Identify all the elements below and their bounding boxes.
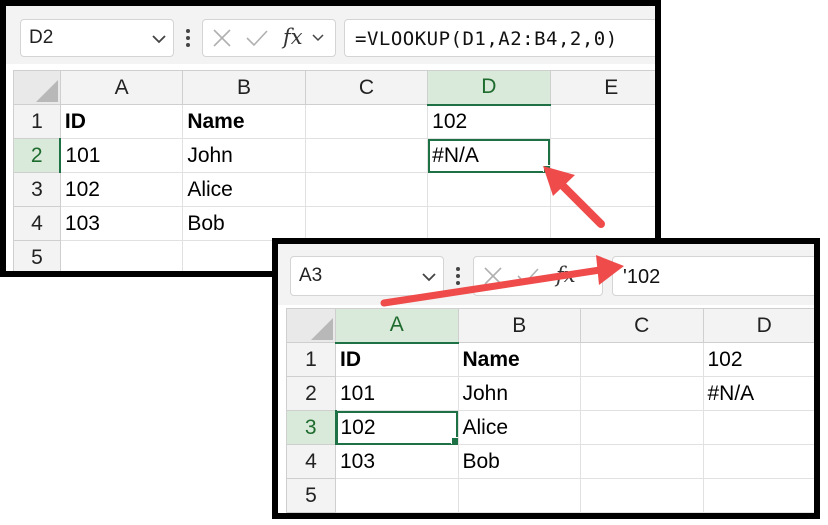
- cancel-icon[interactable]: [212, 28, 232, 48]
- formula-bar: A3 fx '102: [278, 244, 814, 305]
- cell-c3[interactable]: [580, 410, 704, 445]
- cell-b4[interactable]: Bob: [182, 206, 306, 241]
- column-header-a[interactable]: A: [59, 70, 184, 105]
- cell-e2[interactable]: [549, 138, 655, 173]
- row-header-4[interactable]: 4: [286, 444, 336, 479]
- row-header-5[interactable]: 5: [286, 478, 336, 513]
- chevron-down-icon[interactable]: [151, 32, 167, 46]
- cell-d4[interactable]: [702, 444, 814, 479]
- column-header-b[interactable]: B: [182, 70, 306, 105]
- row-header-3[interactable]: 3: [286, 410, 337, 445]
- cell-c2[interactable]: [304, 138, 429, 173]
- formula-value: '102: [623, 266, 661, 288]
- fill-handle[interactable]: [542, 165, 550, 172]
- cell-b1[interactable]: Name: [182, 104, 306, 139]
- cell-a3-value: 102: [340, 415, 376, 439]
- cell-d2-value: #N/A: [432, 143, 479, 167]
- column-header-d[interactable]: D: [702, 308, 814, 343]
- formula-input[interactable]: '102: [612, 256, 814, 296]
- insert-function-icon[interactable]: fx: [283, 25, 303, 49]
- cell-a2[interactable]: 101: [335, 376, 459, 411]
- enter-check-icon[interactable]: [245, 28, 269, 48]
- chevron-down-icon[interactable]: [421, 270, 437, 284]
- column-header-d[interactable]: D: [427, 70, 551, 106]
- cell-b3[interactable]: Alice: [457, 410, 581, 445]
- cell-a2[interactable]: 101: [59, 138, 184, 173]
- name-box[interactable]: D2: [20, 19, 174, 57]
- select-all-corner[interactable]: [286, 308, 336, 343]
- cell-d2[interactable]: #N/A: [702, 376, 814, 411]
- cell-b5[interactable]: [457, 478, 581, 513]
- row-header-5[interactable]: 5: [13, 240, 61, 271]
- excel-screenshot-bottom: A3 fx '102 A B C D 1 ID Name 102 2 101 J…: [272, 238, 820, 519]
- cell-d3[interactable]: [702, 410, 814, 445]
- cell-d1[interactable]: 102: [427, 104, 551, 139]
- spreadsheet-grid: A B C D 1 ID Name 102 2 101 John #N/A 3 …: [286, 308, 814, 513]
- chevron-down-icon[interactable]: [311, 32, 325, 44]
- cell-b1[interactable]: Name: [457, 342, 581, 377]
- column-header-c[interactable]: C: [580, 308, 704, 343]
- cell-a5[interactable]: [59, 240, 184, 271]
- insert-function-icon[interactable]: fx: [556, 263, 576, 287]
- enter-check-icon[interactable]: [516, 266, 540, 286]
- cell-a5[interactable]: [335, 478, 459, 513]
- formula-controls: fx: [202, 19, 336, 57]
- cell-d1[interactable]: 102: [702, 342, 814, 377]
- column-header-e[interactable]: E: [549, 70, 655, 105]
- cell-b2[interactable]: John: [457, 376, 581, 411]
- cancel-icon[interactable]: [483, 266, 503, 286]
- cell-a3-active[interactable]: 102: [335, 410, 459, 445]
- select-all-corner[interactable]: [13, 70, 61, 105]
- cell-e4[interactable]: [549, 206, 655, 241]
- cell-d3[interactable]: [427, 172, 551, 207]
- name-box-value: D2: [29, 27, 54, 48]
- cell-c4[interactable]: [304, 206, 429, 241]
- more-options-icon[interactable]: [185, 28, 191, 48]
- cell-b2[interactable]: John: [182, 138, 306, 173]
- formula-input[interactable]: =VLOOKUP(D1,A2:B4,2,0): [344, 19, 655, 57]
- more-options-icon[interactable]: [455, 266, 461, 286]
- fill-handle[interactable]: [450, 437, 458, 444]
- row-header-1[interactable]: 1: [286, 342, 336, 377]
- row-header-1[interactable]: 1: [13, 104, 61, 139]
- cell-c1[interactable]: [304, 104, 429, 139]
- column-header-c[interactable]: C: [304, 70, 429, 105]
- formula-bar: D2 fx =VLOOKUP(D1,A2:B4,2,0): [6, 6, 655, 64]
- formula-controls: fx: [473, 256, 603, 296]
- cell-e3[interactable]: [549, 172, 655, 207]
- cell-c3[interactable]: [304, 172, 429, 207]
- name-box-value: A3: [299, 265, 323, 286]
- cell-a1[interactable]: ID: [59, 104, 184, 139]
- row-header-2[interactable]: 2: [286, 376, 336, 411]
- excel-screenshot-top: D2 fx =VLOOKUP(D1,A2:B4,2,0) A B C D E 1…: [0, 0, 661, 277]
- cell-a1[interactable]: ID: [335, 342, 459, 377]
- row-header-2[interactable]: 2: [13, 138, 62, 173]
- cell-e1[interactable]: [549, 104, 655, 139]
- cell-b4[interactable]: Bob: [457, 444, 581, 479]
- row-header-3[interactable]: 3: [13, 172, 61, 207]
- cell-a4[interactable]: 103: [335, 444, 459, 479]
- cell-a3[interactable]: 102: [59, 172, 184, 207]
- cell-d5[interactable]: [702, 478, 814, 513]
- cell-c1[interactable]: [580, 342, 704, 377]
- cell-d2-active[interactable]: #N/A: [427, 138, 551, 173]
- cell-a4[interactable]: 103: [59, 206, 184, 241]
- column-header-b[interactable]: B: [457, 308, 581, 343]
- cell-d4[interactable]: [427, 206, 551, 241]
- cell-c5[interactable]: [580, 478, 704, 513]
- cell-c4[interactable]: [580, 444, 704, 479]
- column-header-a[interactable]: A: [335, 308, 459, 344]
- cell-c2[interactable]: [580, 376, 704, 411]
- name-box[interactable]: A3: [290, 256, 444, 296]
- cell-b3[interactable]: Alice: [182, 172, 306, 207]
- formula-value: =VLOOKUP(D1,A2:B4,2,0): [355, 28, 618, 50]
- row-header-4[interactable]: 4: [13, 206, 61, 241]
